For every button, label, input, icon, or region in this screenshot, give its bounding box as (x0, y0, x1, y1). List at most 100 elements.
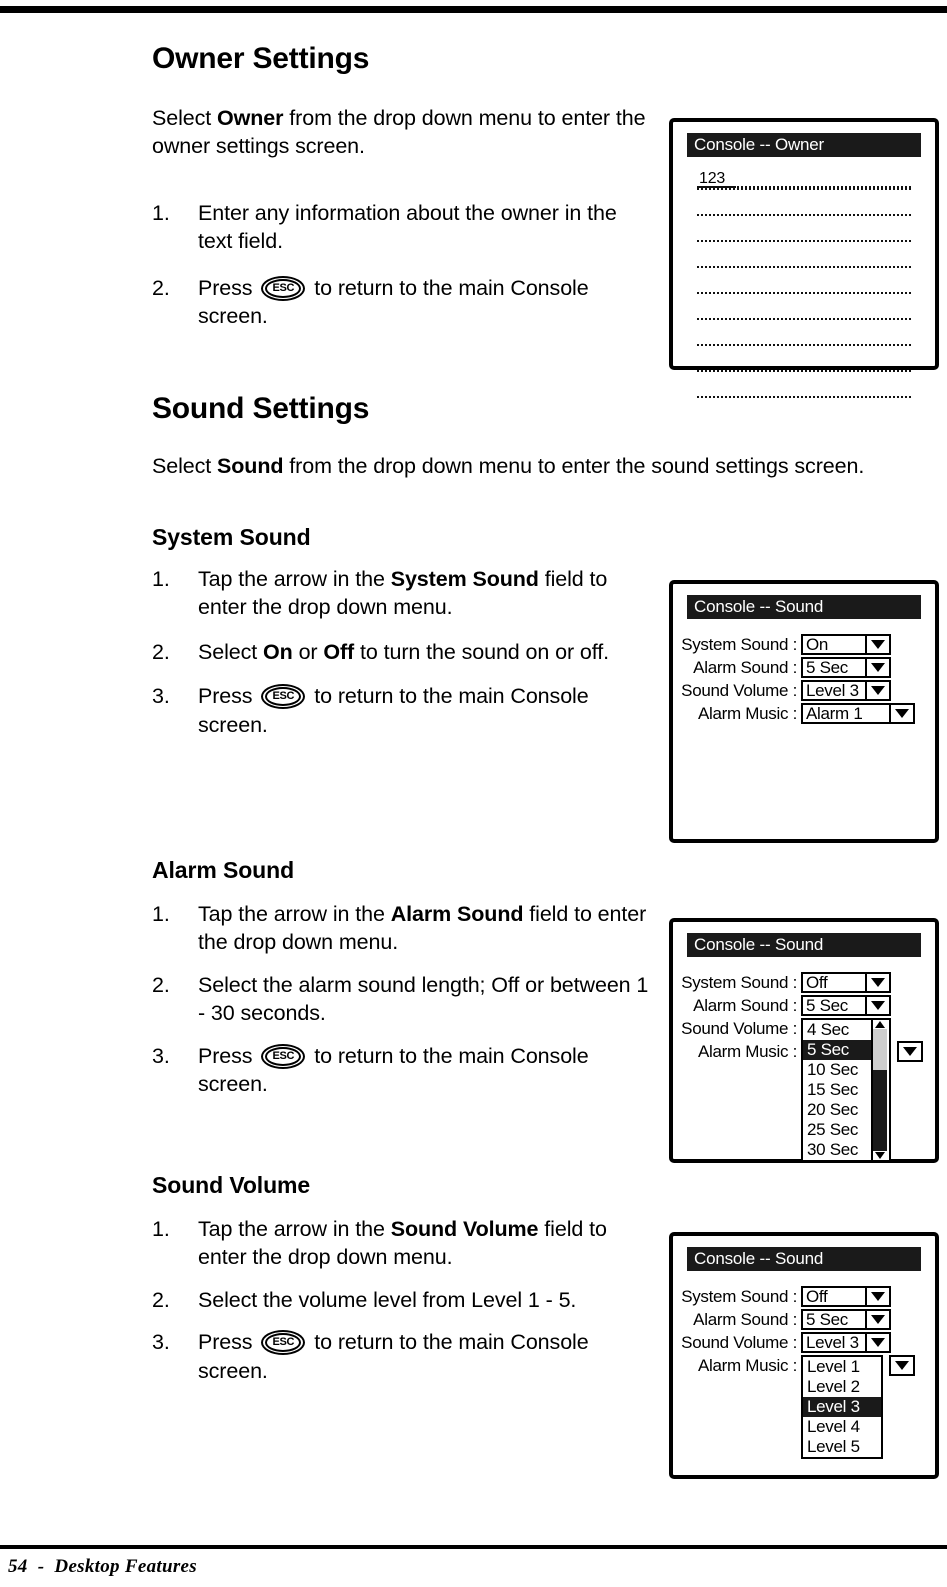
owner-text-line[interactable] (697, 320, 911, 346)
dropdown-option[interactable]: 10 Sec (803, 1060, 875, 1080)
scrollbar-thumb[interactable] (873, 1029, 887, 1070)
owner-text-line[interactable] (697, 216, 911, 242)
system-sound-label: System Sound : (681, 635, 797, 654)
alarm-music-label: Alarm Music : (697, 704, 797, 723)
chevron-down-icon[interactable] (865, 1311, 889, 1328)
owner-line-rule-solid (697, 186, 734, 188)
dropdown-option[interactable]: 15 Sec (803, 1080, 875, 1100)
sound-volume-dropdown-list[interactable]: Level 1 Level 2 Level 3 Level 4 Level 5 (801, 1355, 883, 1459)
chevron-down-icon (903, 1047, 917, 1056)
dropdown-option[interactable]: 4 Sec (803, 1020, 875, 1040)
system-sound-select[interactable]: Off (801, 972, 891, 993)
dropdown-option[interactable]: Level 5 (803, 1437, 881, 1457)
console-owner-screen: Console -- Owner 123 (669, 118, 939, 398)
alarm-sound-steps-list: 1. Tap the arrow in the Alarm Sound field… (152, 900, 652, 1112)
step-text-before: Press (198, 684, 259, 709)
owner-text-line[interactable] (697, 242, 911, 268)
system-sound-value: Off (806, 1287, 828, 1306)
step-number: 1. (152, 1217, 170, 1241)
alarm-sound-dropdown-list[interactable]: 4 Sec 5 Sec 10 Sec 15 Sec 20 Sec 25 Sec … (801, 1018, 891, 1162)
owner-text-line[interactable]: 123 (697, 164, 911, 190)
alarm-sound-select[interactable]: 5 Sec (801, 995, 891, 1016)
system-sound-value: Off (806, 973, 828, 992)
chevron-down-icon[interactable] (865, 682, 889, 699)
owner-text-line[interactable] (697, 268, 911, 294)
dropdown-option[interactable]: Level 1 (803, 1357, 881, 1377)
alarm-music-dropdown-arrow[interactable] (897, 1041, 923, 1062)
dropdown-option[interactable]: 30 Sec (803, 1140, 875, 1160)
system-sound-select[interactable]: On (801, 634, 891, 655)
sound-volume-heading: Sound Volume (152, 1172, 311, 1198)
dropdown-option[interactable]: 20 Sec (803, 1100, 875, 1120)
chevron-down-icon[interactable] (865, 1288, 889, 1305)
dropdown-option[interactable]: Level 2 (803, 1377, 881, 1397)
alarm-music-label: Alarm Music : (697, 1356, 797, 1375)
chevron-down-icon[interactable] (865, 997, 889, 1014)
console-sound-screen-system: Console -- Sound System Sound : On Alarm… (669, 580, 939, 843)
esc-key-icon: ESC (261, 1043, 306, 1069)
esc-key-label: ESC (272, 281, 295, 294)
system-sound-label: System Sound : (681, 1287, 797, 1306)
field-row-sound-volume: Sound Volume : Level 3 (673, 680, 943, 701)
alarm-sound-select[interactable]: 5 Sec (801, 1309, 891, 1330)
alarm-music-dropdown-arrow[interactable] (889, 1355, 915, 1376)
step-text-before: Tap the arrow in the (198, 1217, 391, 1241)
system-sound-select[interactable]: Off (801, 1286, 891, 1307)
step-number: 1. (152, 567, 170, 591)
sound-volume-section: Sound Volume (152, 1172, 652, 1198)
step-text: Select the volume level from Level 1 - 5… (198, 1287, 577, 1312)
sound-volume-label: Sound Volume : (681, 1019, 797, 1038)
sound-intro-bold: Sound (217, 454, 284, 478)
alarm-sound-label: Alarm Sound : (693, 658, 797, 677)
step-text-before: Select (198, 639, 264, 664)
step-text-bold: System Sound (390, 567, 539, 591)
esc-key-label: ESC (272, 690, 295, 703)
chevron-down-icon[interactable] (865, 636, 889, 653)
dropdown-option[interactable]: 25 Sec (803, 1120, 875, 1140)
alarm-sound-value: 5 Sec (806, 996, 848, 1015)
step-text-after: to turn the sound on or off. (354, 639, 610, 664)
step-number: 1. (152, 201, 170, 225)
owner-text-line[interactable] (697, 346, 911, 372)
dropdown-scrollbar[interactable] (871, 1020, 889, 1160)
sound-volume-steps-list: 1. Tap the arrow in the Sound Volume fiel… (152, 1215, 652, 1399)
owner-settings-section: Owner Settings (152, 42, 652, 75)
field-row-system-sound: System Sound : Off (673, 972, 943, 993)
page-top-rule (0, 6, 947, 13)
field-row-alarm-sound: Alarm Sound : 5 Sec (673, 657, 943, 678)
alarm-music-select[interactable]: Alarm 1 (801, 703, 915, 724)
owner-text-line[interactable] (697, 190, 911, 216)
scroll-down-arrow-icon[interactable] (873, 1151, 887, 1160)
field-row-system-sound: System Sound : On (673, 634, 943, 655)
scrollbar-track[interactable] (873, 1070, 887, 1151)
dropdown-option[interactable]: Level 4 (803, 1417, 881, 1437)
dropdown-option-selected[interactable]: Level 3 (803, 1397, 881, 1417)
alarm-sound-select[interactable]: 5 Sec (801, 657, 891, 678)
list-item: 1. Tap the arrow in the Sound Volume fiel… (152, 1215, 652, 1272)
step-number: 1. (152, 902, 170, 926)
system-sound-section: System Sound (152, 524, 652, 550)
console-owner-titlebar: Console -- Owner (687, 133, 921, 157)
owner-text-field[interactable]: 123 (697, 164, 911, 398)
sound-volume-select[interactable]: Level 3 (801, 680, 891, 701)
sound-intro-before: Select (152, 454, 218, 478)
sound-volume-select[interactable]: Level 3 (801, 1332, 891, 1353)
chevron-down-icon[interactable] (889, 705, 913, 722)
chevron-down-icon[interactable] (865, 1334, 889, 1351)
esc-key-icon: ESC (261, 275, 306, 301)
esc-key-label: ESC (272, 1049, 295, 1062)
owner-intro-paragraph: Select Owner from the drop down menu to … (152, 104, 652, 161)
chevron-down-icon[interactable] (865, 659, 889, 676)
list-item: 1. Tap the arrow in the Alarm Sound field… (152, 900, 652, 957)
console-sound-titlebar: Console -- Sound (687, 595, 921, 619)
alarm-music-label: Alarm Music : (697, 1042, 797, 1061)
step-text: Select the alarm sound length; Off or be… (198, 972, 649, 1026)
dropdown-option-selected[interactable]: 5 Sec (803, 1040, 875, 1060)
owner-text-line[interactable] (697, 294, 911, 320)
scroll-up-arrow-icon[interactable] (873, 1020, 887, 1029)
step-text-bold-2: Off (323, 639, 355, 664)
chevron-down-icon (895, 1361, 909, 1370)
step-number: 2. (152, 639, 170, 664)
sound-intro-after: from the drop down menu to enter the sou… (283, 454, 865, 478)
chevron-down-icon[interactable] (865, 974, 889, 991)
